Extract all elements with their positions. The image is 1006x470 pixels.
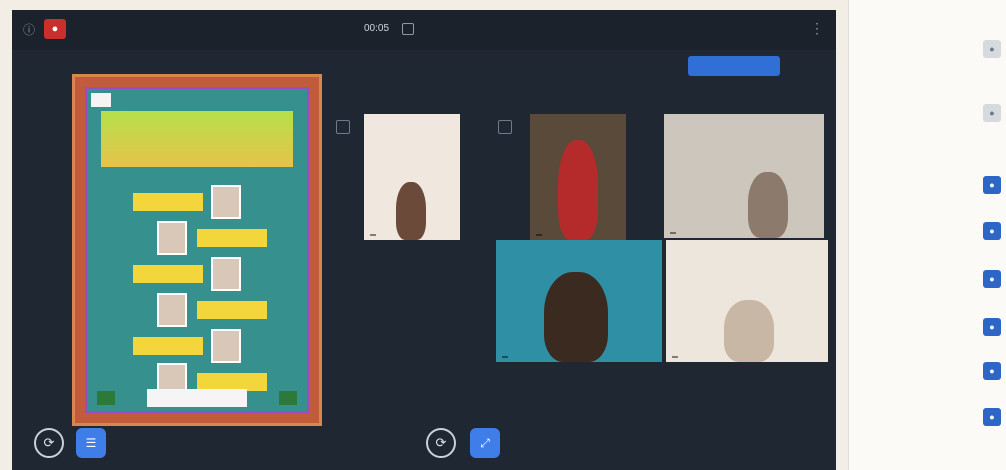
participant-item[interactable]: ● (861, 404, 1001, 434)
speaker-photo (211, 185, 241, 219)
avatar: ● (983, 270, 1001, 288)
avatar: ● (983, 176, 1001, 194)
participant-item[interactable]: ● (861, 218, 1001, 248)
layout-icon[interactable] (402, 23, 414, 35)
meeting-top-bar: ⓘ ● 00:05 ⋮ (12, 10, 836, 50)
tile-name-label (670, 232, 676, 234)
avatar: ● (983, 318, 1001, 336)
video-tile[interactable] (664, 114, 824, 238)
participant-video (724, 300, 774, 362)
shared-slide (72, 74, 322, 426)
info-icon[interactable]: ⓘ (22, 23, 36, 37)
avatar: ● (983, 104, 1001, 122)
speaker-row (133, 193, 203, 211)
participant-item[interactable]: ● (861, 358, 1001, 388)
left-round-control[interactable]: ⟳ (34, 428, 64, 458)
avatar: ● (983, 408, 1001, 426)
speaker-photo (157, 293, 187, 327)
participant-item[interactable]: ● (861, 266, 1001, 296)
slide-logo (91, 93, 111, 107)
avatar: ● (983, 362, 1001, 380)
pin-icon[interactable] (498, 120, 512, 134)
tile-name-label (536, 234, 542, 236)
participant-item[interactable]: ● (861, 100, 1001, 130)
participant-video (748, 172, 788, 238)
participant-panel: ● ● ● ● ● ● ● ● (848, 0, 1006, 470)
participant-video (396, 182, 426, 240)
meeting-timer: 00:05 (364, 23, 390, 34)
more-options-icon[interactable]: ⋮ (810, 20, 824, 37)
speaker-row (197, 301, 267, 319)
present-button[interactable] (688, 56, 780, 76)
video-tile[interactable] (666, 240, 828, 362)
speaker-photo (211, 257, 241, 291)
meeting-window: ⓘ ● 00:05 ⋮ ⟳ ☰ ⟳ ⤢ (12, 10, 836, 470)
chat-preview (798, 420, 834, 446)
slide-badge (279, 391, 297, 405)
participant-item[interactable]: ● (861, 36, 1001, 66)
speaker-photo (157, 221, 187, 255)
slide-footer (147, 389, 247, 407)
meeting-title (402, 23, 424, 35)
left-square-control[interactable]: ☰ (76, 428, 106, 458)
tile-name-label (370, 234, 376, 236)
video-tile[interactable] (530, 114, 626, 240)
slide-title (101, 111, 293, 167)
avatar: ● (983, 222, 1001, 240)
pin-icon[interactable] (336, 120, 350, 134)
avatar: ● (983, 40, 1001, 58)
video-tile[interactable] (364, 114, 460, 240)
speaker-photo (211, 329, 241, 363)
speaker-row (197, 229, 267, 247)
participant-item[interactable]: ● (861, 314, 1001, 344)
tile-name-label (672, 356, 678, 358)
speaker-row (133, 265, 203, 283)
record-icon[interactable]: ● (44, 19, 66, 39)
slide-frame (85, 87, 309, 413)
participant-item[interactable]: ● (861, 172, 1001, 202)
tile-name-label (502, 356, 508, 358)
video-tile[interactable] (496, 240, 662, 362)
aux-button[interactable] (788, 56, 828, 76)
slide-badge (97, 391, 115, 405)
speaker-row (133, 337, 203, 355)
center-round-control[interactable]: ⟳ (426, 428, 456, 458)
center-square-control[interactable]: ⤢ (470, 428, 500, 458)
participant-video (558, 140, 598, 240)
participant-video (544, 272, 608, 362)
